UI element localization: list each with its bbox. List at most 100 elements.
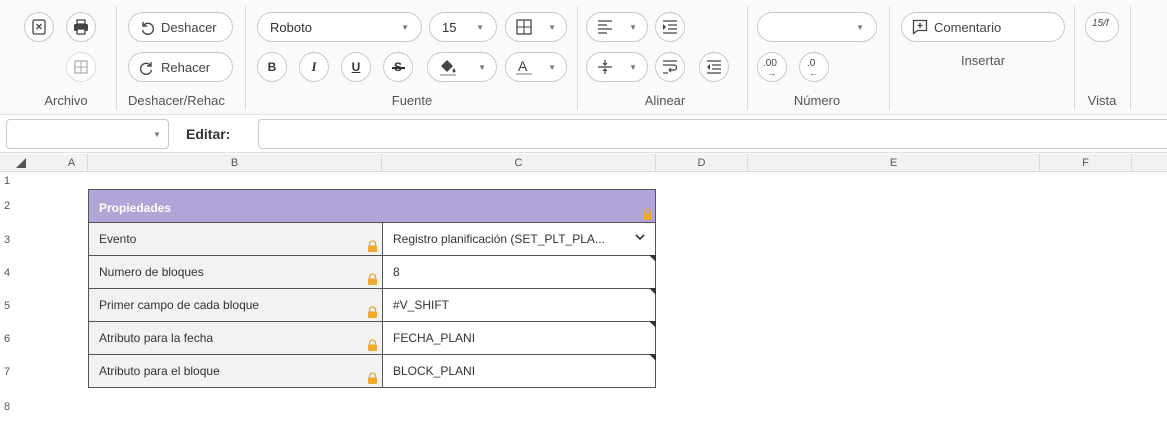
increase-decimals-button[interactable]: .00 → bbox=[757, 52, 787, 82]
redo-button[interactable]: Rehacer bbox=[128, 52, 233, 82]
property-value-cell[interactable]: 8 bbox=[383, 255, 656, 288]
property-label[interactable]: Numero de bloques bbox=[89, 256, 383, 288]
property-value: BLOCK_PLANI bbox=[393, 364, 476, 378]
chevron-down-icon: ▼ bbox=[629, 22, 637, 32]
indent-button[interactable] bbox=[655, 12, 685, 42]
separator bbox=[889, 6, 890, 110]
formula-bar: ▼ Editar: bbox=[0, 115, 1167, 153]
font-color-icon: A bbox=[516, 58, 532, 76]
property-value: #V_SHIFT bbox=[393, 298, 450, 312]
row-header-1[interactable]: 1 bbox=[0, 172, 56, 189]
fill-color-select[interactable]: ▼ bbox=[427, 52, 497, 82]
property-label[interactable]: Primer campo de cada bloque bbox=[89, 289, 383, 321]
chevron-down-icon: ▼ bbox=[478, 62, 486, 72]
group-label-alinear: Alinear bbox=[644, 93, 686, 108]
property-value-cell[interactable]: #V_SHIFT bbox=[383, 288, 656, 321]
properties-title: Propiedades bbox=[99, 201, 172, 215]
separator bbox=[245, 6, 246, 110]
wrap-text-button[interactable] bbox=[655, 52, 685, 82]
group-label-insertar: Insertar bbox=[960, 53, 1006, 68]
column-header-f[interactable]: F bbox=[1040, 154, 1132, 172]
view-format-button[interactable]: 15/f bbox=[1085, 12, 1119, 42]
property-value: 8 bbox=[393, 265, 400, 279]
comment-button[interactable]: Comentario bbox=[901, 12, 1065, 42]
row-header-7[interactable]: 7 bbox=[0, 355, 56, 388]
cell-comment-marker-icon bbox=[649, 321, 656, 328]
property-row-primer-campo: Primer campo de cada bloque #V_SHIFT bbox=[88, 288, 656, 322]
align-left-icon bbox=[598, 20, 612, 34]
column-header-a[interactable]: A bbox=[56, 154, 88, 172]
import-button[interactable] bbox=[24, 12, 54, 42]
fraction-icon: 15/f bbox=[1092, 18, 1109, 29]
evento-select-cell[interactable]: Registro planificación (SET_PLT_PLA... bbox=[383, 223, 655, 255]
row-header-3[interactable]: 3 bbox=[0, 223, 56, 256]
property-value-cell[interactable]: FECHA_PLANI bbox=[383, 321, 656, 354]
row-header-4[interactable]: 4 bbox=[0, 256, 56, 289]
properties-header[interactable]: Propiedades bbox=[88, 189, 656, 223]
font-family-value: Roboto bbox=[270, 19, 312, 35]
group-label-numero: Número bbox=[793, 93, 841, 108]
undo-icon bbox=[141, 22, 155, 35]
undo-button[interactable]: Deshacer bbox=[128, 12, 233, 42]
edit-label: Editar: bbox=[186, 126, 231, 142]
borders-select[interactable]: ▼ bbox=[505, 12, 567, 42]
property-label[interactable]: Evento bbox=[89, 223, 383, 255]
vertical-align-select[interactable]: ▼ bbox=[586, 52, 648, 82]
print-button[interactable] bbox=[66, 12, 96, 42]
redo-label: Rehacer bbox=[161, 59, 211, 75]
import-icon bbox=[32, 19, 46, 35]
lock-icon bbox=[368, 372, 377, 384]
lock-icon bbox=[368, 339, 377, 351]
print-icon bbox=[74, 19, 88, 35]
italic-button[interactable]: I bbox=[299, 52, 329, 82]
strikethrough-button[interactable]: S bbox=[383, 52, 413, 82]
bold-button[interactable]: B bbox=[257, 52, 287, 82]
outdent-icon bbox=[707, 60, 721, 74]
chevron-down-icon: ▼ bbox=[401, 22, 409, 32]
number-format-select[interactable]: ▼ bbox=[757, 12, 877, 42]
group-label-fuente: Fuente bbox=[391, 93, 433, 108]
undo-label: Deshacer bbox=[161, 19, 217, 35]
cell-comment-marker-icon bbox=[649, 255, 656, 262]
outdent-button[interactable] bbox=[699, 52, 729, 82]
chevron-down-icon: ▼ bbox=[476, 22, 484, 32]
horizontal-align-select[interactable]: ▼ bbox=[586, 12, 648, 42]
decrease-decimals-icon: .0 ← bbox=[807, 58, 818, 78]
select-all-corner[interactable] bbox=[0, 154, 56, 172]
cell-comment-marker-icon bbox=[649, 288, 656, 295]
row-header-8[interactable]: 8 bbox=[0, 392, 56, 422]
group-label-archivo: Archivo bbox=[44, 93, 88, 108]
column-header-d[interactable]: D bbox=[656, 154, 748, 172]
group-label-vista: Vista bbox=[1087, 93, 1117, 108]
row-header-6[interactable]: 6 bbox=[0, 322, 56, 355]
formula-input[interactable] bbox=[258, 119, 1167, 149]
comment-icon bbox=[912, 19, 928, 35]
row-header-2[interactable]: 2 bbox=[0, 189, 56, 223]
column-header-e[interactable]: E bbox=[748, 154, 1040, 172]
redo-icon bbox=[139, 62, 153, 75]
indent-icon bbox=[663, 20, 677, 34]
separator bbox=[116, 6, 117, 110]
property-label[interactable]: Atributo para el bloque bbox=[89, 355, 383, 387]
select-all-triangle-icon bbox=[16, 158, 26, 168]
property-label[interactable]: Atributo para la fecha bbox=[89, 322, 383, 354]
column-header-b[interactable]: B bbox=[88, 154, 382, 172]
underline-button[interactable]: U bbox=[341, 52, 371, 82]
row-header-5[interactable]: 5 bbox=[0, 289, 56, 322]
font-size-select[interactable]: 15 ▼ bbox=[429, 12, 497, 42]
separator bbox=[577, 6, 578, 110]
group-label-deshacer: Deshacer/Rehac bbox=[128, 93, 225, 108]
chevron-down-icon bbox=[635, 234, 645, 241]
font-color-select[interactable]: A ▼ bbox=[505, 52, 567, 82]
column-headers: A B C D E F bbox=[0, 154, 1167, 172]
font-family-select[interactable]: Roboto ▼ bbox=[257, 12, 422, 42]
name-box[interactable]: ▼ bbox=[6, 119, 169, 149]
column-header-c[interactable]: C bbox=[382, 154, 656, 172]
chevron-down-icon: ▼ bbox=[153, 130, 161, 139]
property-value-cell[interactable]: BLOCK_PLANI bbox=[383, 354, 656, 387]
gridlines-button[interactable] bbox=[66, 52, 96, 82]
vertical-align-icon bbox=[598, 60, 612, 74]
wrap-text-icon bbox=[663, 60, 678, 74]
decrease-decimals-button[interactable]: .0 ← bbox=[799, 52, 829, 82]
cell-comment-marker-icon bbox=[649, 354, 656, 361]
